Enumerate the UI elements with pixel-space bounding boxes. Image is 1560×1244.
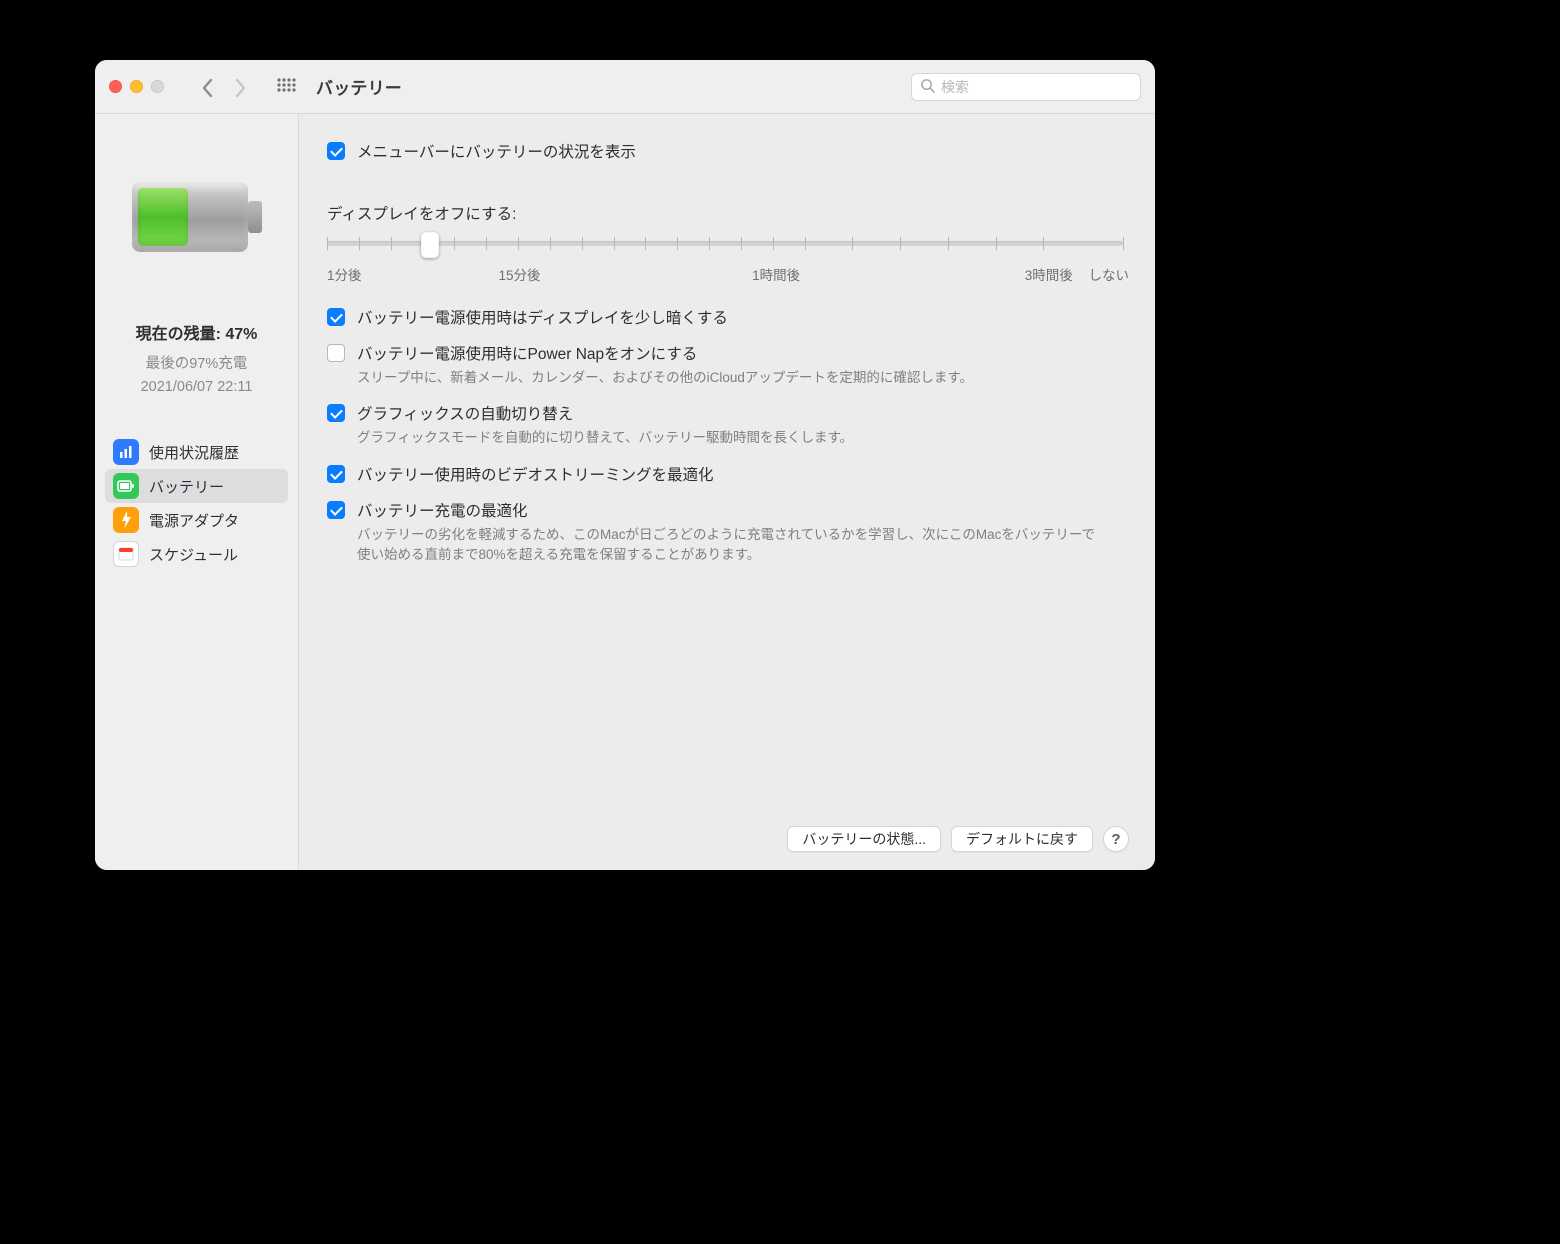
battery-health-button[interactable]: バッテリーの状態... [787, 826, 941, 852]
sidebar-item-label: 使用状況履歴 [149, 442, 239, 463]
slider-track [327, 241, 1123, 246]
current-charge-label: 現在の残量: 47% [101, 320, 292, 344]
minimize-window-button[interactable] [130, 80, 143, 93]
restore-defaults-button[interactable]: デフォルトに戻す [951, 826, 1093, 852]
slider-tick [454, 237, 455, 250]
option-label: バッテリー充電の最適化 [357, 499, 1097, 521]
option-checkbox-3[interactable] [327, 465, 345, 483]
option-description: グラフィックスモードを自動的に切り替えて、バッテリー駆動時間を長くします。 [357, 428, 853, 448]
window-controls [109, 80, 164, 93]
help-button[interactable]: ? [1103, 826, 1129, 852]
search-icon [920, 78, 935, 96]
show-in-menubar-row: メニューバーにバッテリーの状況を表示 [327, 140, 1129, 162]
body: 現在の残量: 47% 最後の97%充電 2021/06/07 22:11 使用状… [95, 114, 1155, 870]
window-title: バッテリー [316, 74, 402, 99]
back-button[interactable] [202, 78, 212, 96]
slider-tick [741, 237, 742, 250]
show-in-menubar-label: メニューバーにバッテリーの状況を表示 [357, 140, 636, 162]
schedule-icon [113, 541, 139, 567]
last-charge-timestamp: 2021/06/07 22:11 [101, 379, 292, 395]
zoom-window-button[interactable] [151, 80, 164, 93]
slider-tick [900, 237, 901, 250]
slider-tick [677, 237, 678, 250]
sidebar-item-label: 電源アダプタ [149, 510, 239, 531]
option-label: バッテリー電源使用時にPower Napをオンにする [357, 342, 973, 364]
option-checkbox-1[interactable] [327, 344, 345, 362]
sidebar-item-1[interactable]: バッテリー [105, 469, 288, 503]
option-row-0: バッテリー電源使用時はディスプレイを少し暗くする [327, 306, 1129, 328]
close-window-button[interactable] [109, 80, 122, 93]
slider-tick [327, 237, 328, 250]
sidebar-item-3[interactable]: スケジュール [105, 537, 288, 571]
slider-tick [709, 237, 710, 250]
forward-button[interactable] [234, 78, 244, 96]
option-row-1: バッテリー電源使用時にPower Napをオンにするスリープ中に、新着メール、カ… [327, 342, 1129, 388]
titlebar: バッテリー [95, 60, 1155, 114]
slider-tick-label: しない [1089, 264, 1130, 284]
usage-history-icon [113, 439, 139, 465]
option-label: グラフィックスの自動切り替え [357, 402, 853, 424]
sidebar: 現在の残量: 47% 最後の97%充電 2021/06/07 22:11 使用状… [95, 114, 299, 870]
sidebar-item-0[interactable]: 使用状況履歴 [105, 435, 288, 469]
slider-tick [996, 237, 997, 250]
search-field[interactable] [911, 73, 1141, 101]
slider-tick-label: 15分後 [498, 264, 540, 284]
slider-tick [1043, 237, 1044, 250]
slider-tick [773, 237, 774, 250]
slider-tick [852, 237, 853, 250]
slider-tick-label: 1分後 [327, 264, 362, 284]
battery-hero [95, 114, 298, 260]
option-description: バッテリーの劣化を軽減するため、このMacが日ごろどのように充電されているかを学… [357, 525, 1097, 566]
option-description: スリープ中に、新着メール、カレンダー、およびその他のiCloudアップデートを定… [357, 368, 973, 388]
slider-tick-label: 3時間後 [1025, 264, 1073, 284]
battery-icon [113, 473, 139, 499]
footer-buttons: バッテリーの状態... デフォルトに戻す ? [327, 814, 1129, 852]
slider-tick [948, 237, 949, 250]
sidebar-item-label: スケジュール [149, 544, 238, 565]
display-off-slider-labels: 1分後 15分後 1時間後 3時間後しない [327, 264, 1129, 284]
search-input[interactable] [941, 79, 1132, 95]
battery-prefs-window: バッテリー 現在の残量: 47% 最後の97%充電 2021/06/07 22:… [95, 60, 1155, 870]
option-checkbox-4[interactable] [327, 501, 345, 519]
power-adapter-icon [113, 507, 139, 533]
slider-tick [614, 237, 615, 250]
display-off-title: ディスプレイをオフにする: [327, 202, 1129, 224]
slider-tick [518, 237, 519, 250]
slider-tick [550, 237, 551, 250]
battery-status-block: 現在の残量: 47% 最後の97%充電 2021/06/07 22:11 [95, 320, 298, 395]
display-off-slider[interactable] [327, 230, 1123, 258]
sidebar-nav: 使用状況履歴バッテリー電源アダプタスケジュール [95, 435, 298, 571]
option-row-3: バッテリー使用時のビデオストリーミングを最適化 [327, 463, 1129, 485]
last-charge-label: 最後の97%充電 [101, 352, 292, 373]
slider-tick [486, 237, 487, 250]
battery-large-icon [132, 182, 262, 252]
slider-tick [1123, 237, 1124, 250]
main-panel: メニューバーにバッテリーの状況を表示 ディスプレイをオフにする: 1分後 15分後… [299, 114, 1155, 870]
option-checkbox-0[interactable] [327, 308, 345, 326]
option-row-2: グラフィックスの自動切り替えグラフィックスモードを自動的に切り替えて、バッテリー… [327, 402, 1129, 448]
option-label: バッテリー使用時のビデオストリーミングを最適化 [357, 463, 714, 485]
show-all-prefs-button[interactable] [272, 73, 300, 101]
option-row-4: バッテリー充電の最適化バッテリーの劣化を軽減するため、このMacが日ごろどのよう… [327, 499, 1129, 566]
slider-tick [359, 237, 360, 250]
slider-tick [582, 237, 583, 250]
slider-tick [391, 237, 392, 250]
slider-tick [645, 237, 646, 250]
nav-arrows [202, 78, 244, 96]
slider-knob[interactable] [421, 232, 439, 258]
option-label: バッテリー電源使用時はディスプレイを少し暗くする [357, 306, 728, 328]
slider-tick-label: 1時間後 [752, 264, 800, 284]
sidebar-item-label: バッテリー [149, 476, 224, 497]
option-checkbox-2[interactable] [327, 404, 345, 422]
show-in-menubar-checkbox[interactable] [327, 142, 345, 160]
slider-tick [805, 237, 806, 250]
sidebar-item-2[interactable]: 電源アダプタ [105, 503, 288, 537]
